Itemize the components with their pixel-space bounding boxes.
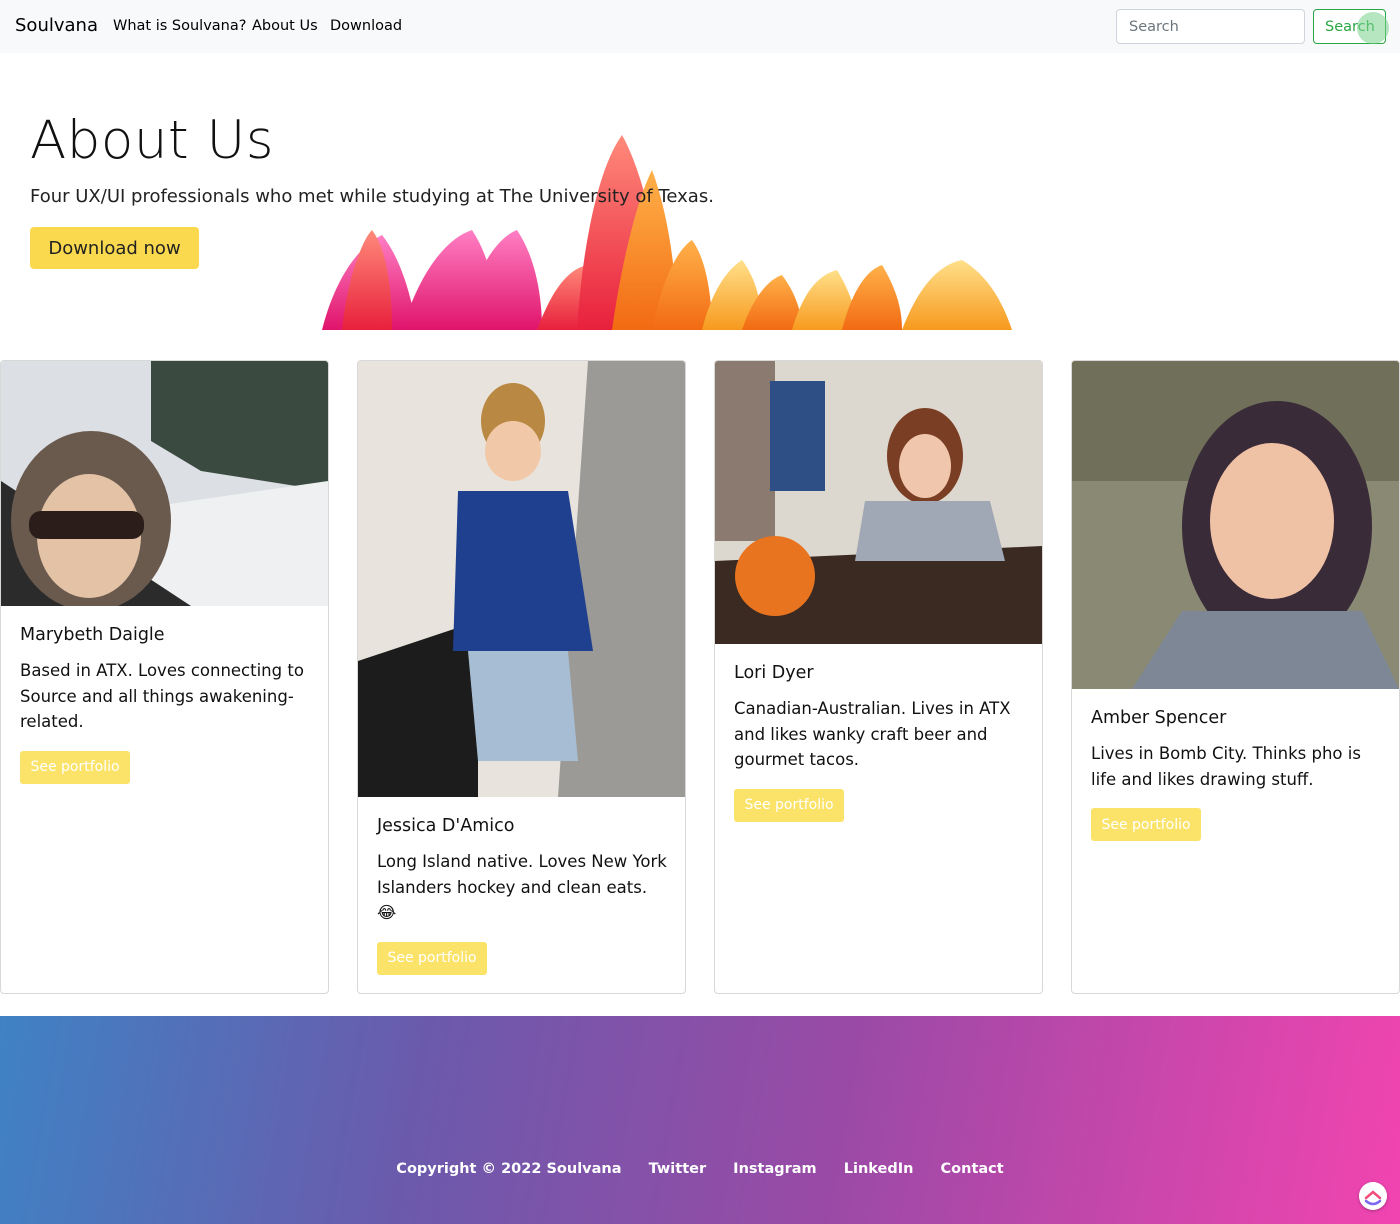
member-bio: Long Island native. Loves New York Islan… [377,852,667,922]
photo-amber [1072,361,1399,689]
see-portfolio-button[interactable]: See portfolio [377,941,487,975]
see-portfolio-button[interactable]: See portfolio [1091,808,1201,841]
footer-link-instagram[interactable]: Instagram [733,1161,817,1177]
footer-link-linkedin[interactable]: LinkedIn [844,1161,914,1177]
top-navbar: Soulvana What is Soulvana? About Us Down… [0,0,1400,53]
see-portfolio-button[interactable]: See portfolio [20,750,130,784]
flower-illustration [322,135,1012,330]
member-name: Jessica D'Amico [377,816,515,836]
clickup-help-icon[interactable] [1359,1182,1387,1210]
download-now-button[interactable]: Download now [30,227,199,269]
footer-links: Copyright © 2022 Soulvana Twitter Instag… [0,1161,1400,1177]
hero-subtitle: Four UX/UI professionals who met while s… [30,186,714,207]
team-card-amber: Amber Spencer Lives in Bomb City. Thinks… [1071,360,1400,994]
footer-link-twitter[interactable]: Twitter [649,1161,707,1177]
member-bio: Based in ATX. Loves connecting to Source… [20,661,304,731]
extension-badge-icon[interactable] [1357,12,1389,44]
member-bio: Lives in Bomb City. Thinks pho is life a… [1091,744,1361,789]
team-card-jessica: Jessica D'Amico Long Island native. Love… [357,360,686,994]
page-title: About Us [30,110,274,171]
member-name: Lori Dyer [734,663,814,683]
photo-jessica [358,361,685,797]
footer-copyright: Copyright © 2022 Soulvana [396,1161,622,1177]
footer-link-contact[interactable]: Contact [941,1161,1004,1177]
nav-link-about-us[interactable]: About Us [252,18,318,34]
photo-lori [715,361,1042,644]
nav-link-what-is-soulvana[interactable]: What is Soulvana? [113,18,246,34]
search-input[interactable] [1116,9,1305,44]
page-footer [0,1016,1400,1224]
member-name: Marybeth Daigle [20,625,165,645]
brand-logo[interactable]: Soulvana [15,15,98,36]
nav-link-download[interactable]: Download [330,18,402,34]
member-name: Amber Spencer [1091,708,1227,728]
see-portfolio-button[interactable]: See portfolio [734,788,844,822]
photo-marybeth [1,361,328,606]
team-card-lori: Lori Dyer Canadian-Australian. Lives in … [714,360,1043,994]
member-bio: Canadian-Australian. Lives in ATX and li… [734,699,1011,769]
team-card-marybeth: Marybeth Daigle Based in ATX. Loves conn… [0,360,329,994]
